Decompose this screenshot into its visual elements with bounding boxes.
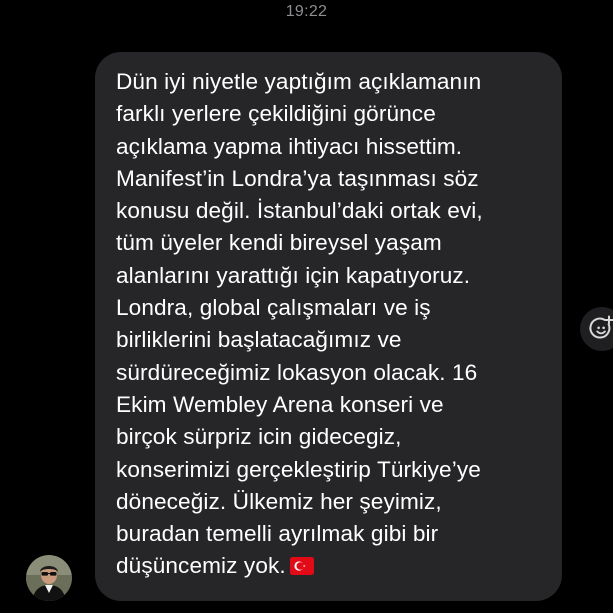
avatar-image	[26, 555, 72, 601]
message-line: düşüncemiz yok.	[116, 553, 286, 579]
message-line: birliklerini başlatacağımız ve	[116, 327, 402, 353]
message-line: konusu değil. İstanbul’daki ortak evi,	[116, 198, 483, 224]
message-line: farklı yerlere çekildiğini görünce	[116, 101, 436, 127]
message-bubble[interactable]: Dün iyi niyetle yaptığım açıklamanın far…	[95, 52, 562, 601]
message-line: döneceğiz. Ülkemiz her şeyimiz,	[116, 488, 442, 514]
message-line: açıklama yapma ihtiyacı hissettim.	[116, 133, 463, 159]
message-timestamp: 19:22	[285, 3, 328, 20]
chat-screen: 19:22 Dün iyi niyetle yaptığım açıklaman…	[0, 0, 613, 613]
turkey-flag-icon	[289, 557, 314, 576]
add-reaction-icon	[589, 315, 613, 339]
message-line: Londra, global çalışmaları ve iş	[116, 295, 431, 321]
message-line: konserimizi gerçekleştirip Türkiye’ye	[116, 456, 481, 482]
message-line: buradan temelli ayrılmak gibi bir	[116, 521, 439, 547]
message-line: Manifest’in Londra’ya taşınması söz	[116, 165, 479, 191]
message-line: sürdüreceğimiz lokasyon olacak. 16	[116, 359, 478, 385]
message-line: tüm üyeler kendi bireysel yaşam	[116, 230, 442, 256]
message-line: alanlarını yarattığı için kapatıyoruz.	[116, 262, 471, 288]
message-line: Dün iyi niyetle yaptığım açıklamanın	[116, 69, 482, 94]
message-line: birçok sürpriz icin gidecegiz,	[116, 424, 402, 450]
message-text: Dün iyi niyetle yaptığım açıklamanın far…	[116, 66, 544, 583]
add-reaction-button[interactable]	[580, 307, 613, 351]
sender-avatar[interactable]	[26, 555, 72, 601]
message-line: Ekim Wembley Arena konseri ve	[116, 391, 444, 417]
